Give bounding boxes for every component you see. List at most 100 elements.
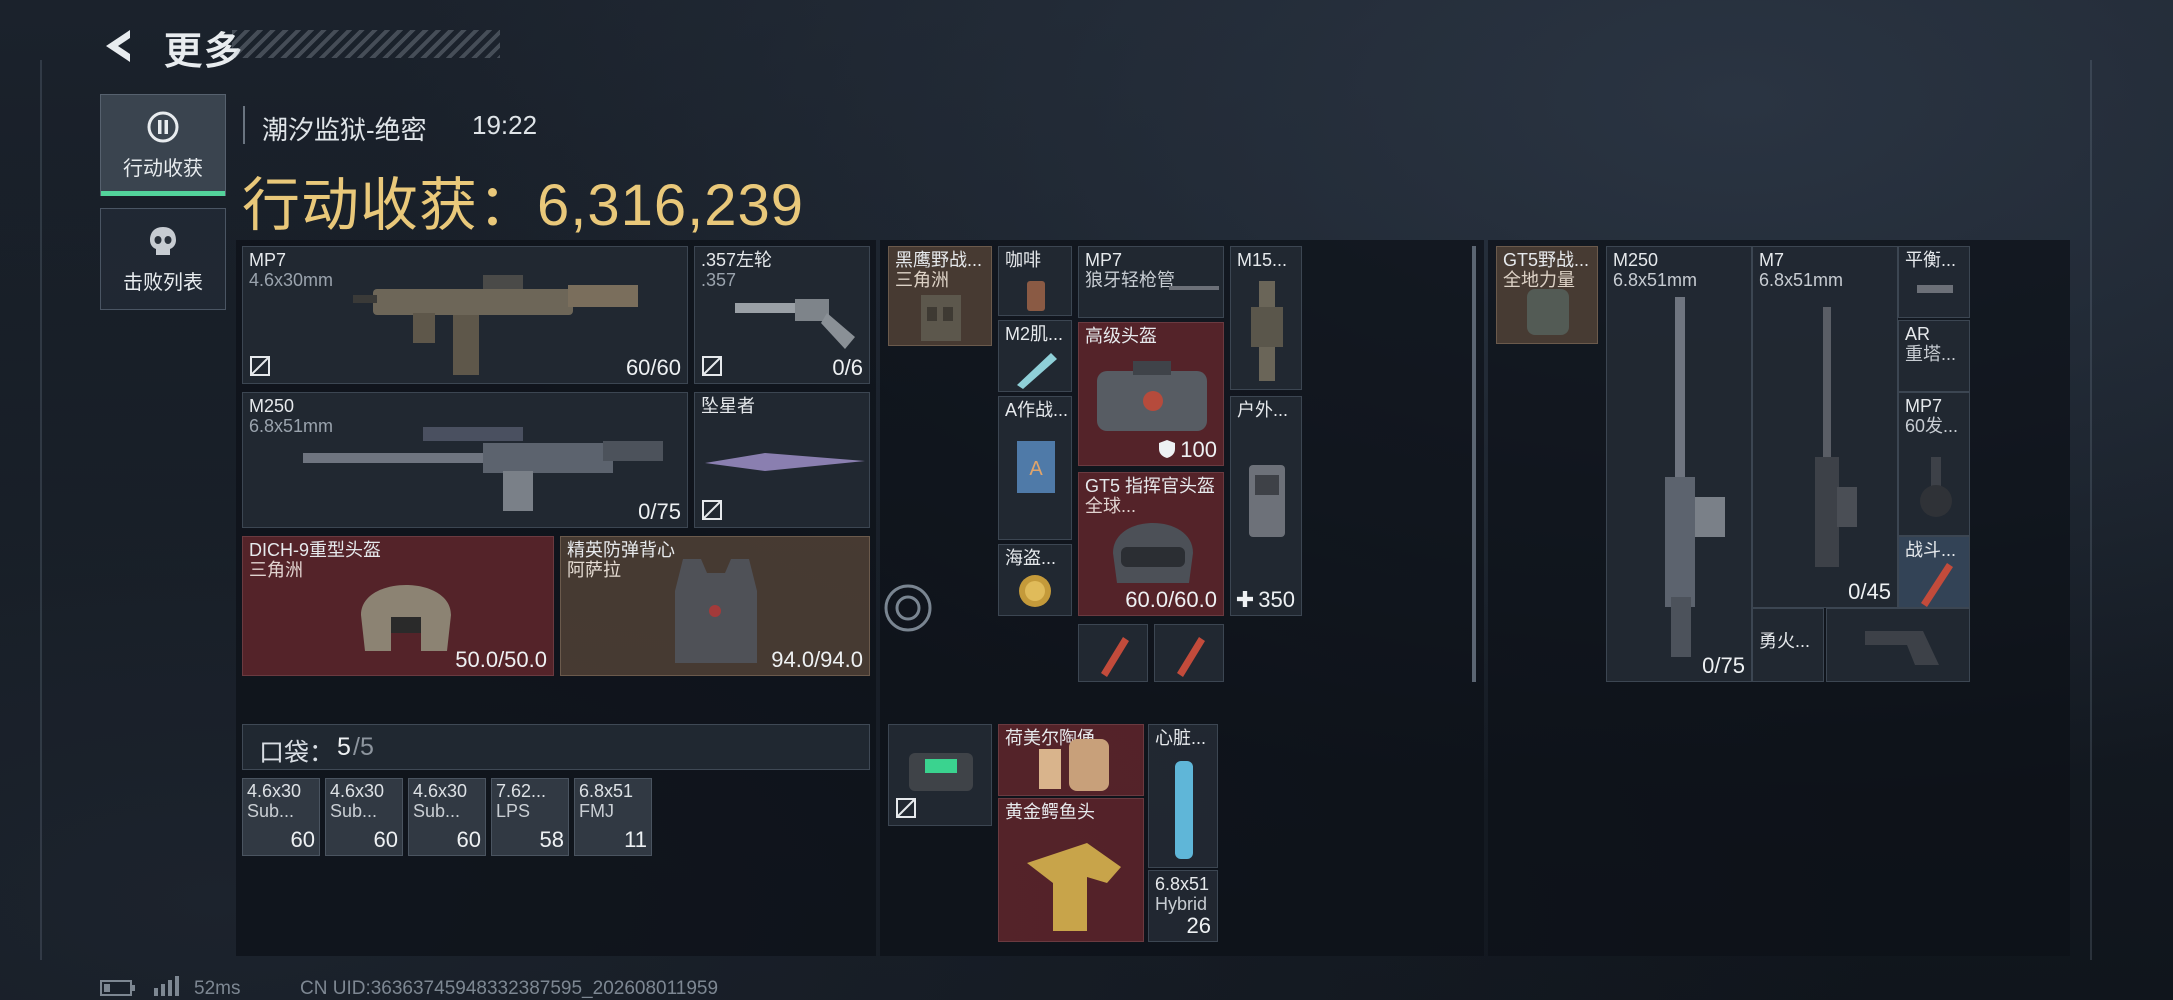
croc-head-slot[interactable]: 黄金鳄鱼头 (998, 798, 1144, 942)
pocket-ammo-item[interactable]: 7.62... LPS 58 (491, 778, 569, 856)
mp7-icon (353, 275, 638, 375)
ping-text: 52ms (194, 978, 241, 999)
ammo-count: 60/60 (625, 355, 681, 380)
weapon-slot-sidearm[interactable]: .357左轮 .357 0/6 (694, 246, 870, 384)
m15-slot[interactable]: M15... (1230, 246, 1302, 390)
ammo-qty: 11 (624, 827, 647, 852)
item-name: MP7 (249, 250, 287, 270)
pocket-count: 5 (337, 733, 351, 761)
ammo-name: 4.6x30 (330, 781, 385, 801)
m2-slot[interactable]: M2肌... (998, 320, 1072, 392)
item-name: GT5 指挥官头盔 (1085, 476, 1216, 496)
mp7-barrel-slot[interactable]: MP7 狼牙轻枪管 (1078, 246, 1224, 318)
stock-slot[interactable] (1826, 608, 1970, 682)
ammo-type: Sub... (247, 801, 295, 821)
melee-slot[interactable]: 坠星者 (694, 392, 870, 528)
ammo-type: LPS (496, 801, 531, 821)
ammo-slot[interactable]: 6.8x51 Hybrid 26 (1148, 870, 1218, 942)
figurine-slot[interactable]: 荷美尔陶俑 (998, 724, 1144, 796)
item-qty: 26 (1186, 913, 1211, 938)
gt5-helmet-slot[interactable]: GT5 指挥官头盔 全球... 60.0/60.0 (1078, 472, 1224, 616)
item-name: M15... (1237, 250, 1288, 270)
ammo-name: 4.6x30 (413, 781, 468, 801)
item-subtitle: Hybrid (1155, 894, 1208, 914)
backpack-icon (1527, 289, 1569, 335)
advanced-helmet-slot[interactable]: 高级头盔 100 (1078, 322, 1224, 466)
case-icon (909, 753, 973, 791)
radio-icon (1249, 465, 1285, 537)
item-name: M2肌... (1005, 324, 1064, 344)
ammo-count: 0/75 (638, 499, 681, 524)
stock-icon (1865, 631, 1939, 665)
chest-rig-icon (921, 295, 961, 341)
injector-slot[interactable] (1078, 624, 1148, 682)
pocket-ammo-item[interactable]: 4.6x30 Sub... 60 (325, 778, 403, 856)
item-name: M250 (249, 396, 295, 416)
skull-icon (150, 226, 176, 255)
pocket-ammo-item[interactable]: 4.6x30 Sub... 60 (242, 778, 320, 856)
item-name: 海盗... (1005, 548, 1057, 568)
item-name: M7 (1759, 250, 1785, 270)
a-card-slot[interactable]: A作战... A (998, 396, 1072, 540)
pocket-ammo-item[interactable]: 6.8x51 FMJ 11 (574, 778, 652, 856)
item-value: 100 (1158, 437, 1217, 463)
item-name: 6.8x51 (1155, 874, 1210, 894)
brave-slot[interactable]: 勇火... (1752, 608, 1824, 682)
item-name: GT5野战... (1503, 250, 1590, 270)
item-subtitle: 重塔... (1905, 344, 1957, 364)
barrel-icon (1169, 286, 1219, 290)
weapon-slot-secondary[interactable]: M250 6.8x51mm 0/75 (242, 392, 688, 528)
item-name: A作战... (1005, 400, 1069, 420)
hud-line (40, 60, 42, 960)
info-divider (243, 106, 245, 144)
m250-icon (303, 427, 663, 511)
ammo-name: 4.6x30 (247, 781, 302, 801)
item-name: 坠星者 (701, 396, 755, 416)
armor-slot[interactable]: 精英防弹背心 阿萨拉 94.0/94.0 (560, 536, 870, 676)
m250-backpack-slot[interactable]: M250 6.8x51mm 0/75 (1606, 246, 1752, 682)
pocket-ammo-item[interactable]: 4.6x30 Sub... 60 (408, 778, 486, 856)
gold-croc-icon (1027, 843, 1121, 931)
helmet-icon (361, 585, 451, 651)
m250-icon (1665, 297, 1725, 657)
scrollbar[interactable] (1472, 246, 1476, 682)
item-name: 高级头盔 (1085, 326, 1157, 346)
helmet-slot[interactable]: DICH-9重型头盔 三角洲 50.0/50.0 (242, 536, 554, 676)
ammo-type: Sub... (330, 801, 378, 821)
ar-slot[interactable]: AR 重塔... (1898, 320, 1970, 392)
injector-slot[interactable] (1154, 624, 1224, 682)
heart-slot[interactable]: 心脏... (1148, 724, 1218, 868)
haul-value: 6,316,239 (537, 173, 805, 238)
back-arrow-icon[interactable] (100, 26, 140, 66)
pirate-slot[interactable]: 海盗... (998, 544, 1072, 616)
ammo-qty: 58 (539, 827, 564, 852)
card-icon: A (1017, 441, 1055, 493)
item-caliber: 6.8x51mm (1613, 270, 1698, 290)
no-insure-icon (702, 500, 722, 520)
combat-slot[interactable]: 战斗... (1898, 536, 1970, 608)
ammo-name: 7.62... (496, 781, 547, 801)
weapon-slot-primary[interactable]: MP7 4.6x30mm 60/60 (242, 246, 688, 384)
value-number: 100 (1180, 437, 1217, 462)
mp7-mag-slot[interactable]: MP7 60发... (1898, 392, 1970, 536)
no-insure-icon (702, 356, 722, 376)
backpack-item-slot[interactable]: GT5野战... 全地力量 (1496, 246, 1598, 344)
item-caliber: 6.8x51mm (1759, 270, 1844, 290)
uid-text: CN UID:3636374594833238​7595_20260801195… (300, 978, 719, 999)
outdoor-slot[interactable]: 户外... ✚ 350 (1230, 396, 1302, 616)
ammo-qty: 60 (290, 827, 315, 852)
chest-rig-slot[interactable]: 黑鹰野战... 三角洲 (888, 246, 992, 346)
pocket-header: 口袋： 5 /5 (242, 724, 870, 770)
m7-backpack-slot[interactable]: M7 6.8x51mm 0/45 (1752, 246, 1898, 608)
coffee-slot[interactable]: 咖啡 (998, 246, 1072, 316)
battery-icon (100, 980, 135, 996)
ammo-qty: 60 (373, 827, 398, 852)
ammo-count: 0/45 (1848, 579, 1891, 604)
item-subtitle: 三角洲 (895, 270, 949, 290)
operation-icon (147, 111, 179, 142)
balance-slot[interactable]: 平衡... (1898, 246, 1970, 318)
backpack-slot[interactable] (888, 724, 992, 826)
item-name: 心脏... (1155, 728, 1207, 748)
tab-operation-haul[interactable]: 行动收获 (100, 94, 226, 196)
tab-kill-list[interactable]: 击败列表 (100, 208, 226, 310)
